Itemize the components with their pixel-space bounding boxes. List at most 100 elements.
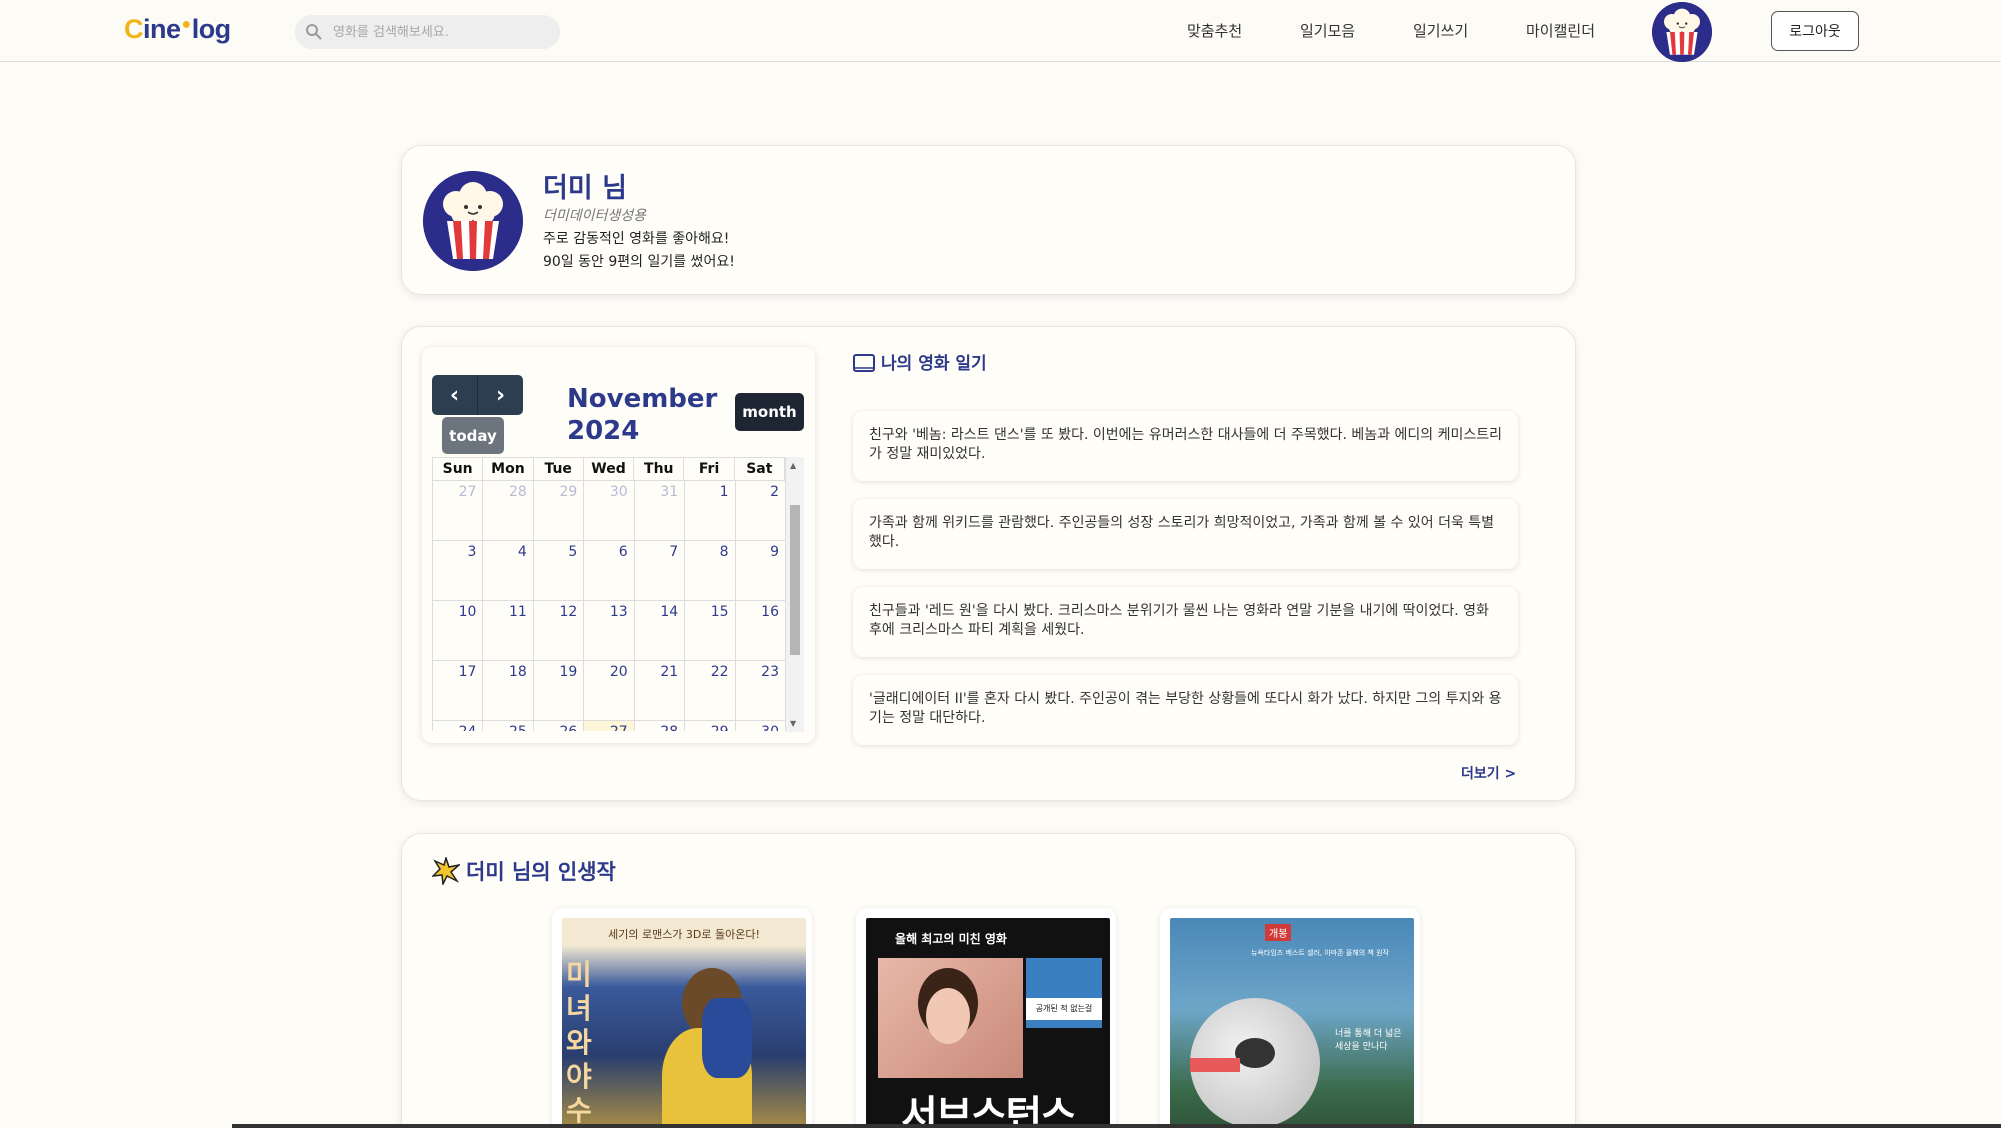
diary-entry[interactable]: 친구와 '베놈: 라스트 댄스'를 또 봤다. 이번에는 유머러스한 대사들에 … — [853, 411, 1518, 481]
calendar-body: 27 28 29 30 31 1 2 3 4 5 6 7 8 9 10 11 12 13 14 15 16 17 18 19 2… — [432, 481, 786, 731]
calendar-day-cell[interactable]: 26 — [534, 721, 585, 731]
movie-poster[interactable]: 개봉 뉴욕타임즈 베스트 셀러, 아마존 올해의 책 원작 너를 통해 더 넓은… — [1170, 918, 1414, 1128]
poster-tagline: 올해 최고의 미친 영화 — [895, 932, 1007, 946]
diary-more-link[interactable]: 더보기 > — [1461, 763, 1516, 783]
calendar-day-cell[interactable]: 6 — [584, 541, 635, 601]
weekday-label: Mon — [483, 458, 534, 480]
calendar-day-cell[interactable]: 23 — [735, 661, 786, 721]
calendar-day-cell[interactable]: 17 — [433, 661, 484, 721]
poster-face — [878, 958, 1023, 1078]
calendar-day-cell[interactable]: 2 — [735, 481, 786, 541]
logout-button[interactable]: 로그아웃 — [1771, 11, 1859, 51]
favorite-movies-card: 더미 님의 인생작 세기의 로맨스가 3D로 돌아온다! 미녀와야수 올해 최고… — [401, 833, 1576, 1128]
calendar-day-cell[interactable]: 28 — [635, 721, 686, 731]
calendar-day-cell[interactable]: 10 — [433, 601, 484, 661]
diary-entry[interactable]: 가족과 함께 위키드를 관람했다. 주인공들의 성장 스토리가 희망적이었고, … — [853, 499, 1518, 569]
scroll-up-icon[interactable]: ▲ — [790, 461, 796, 470]
poster-tagline: 세기의 로맨스가 3D로 돌아온다! — [608, 928, 760, 941]
nav-my-calendar[interactable]: 마이캘린더 — [1526, 20, 1595, 41]
calendar-day-cell[interactable]: 20 — [584, 661, 635, 721]
favorite-movie-card[interactable]: 올해 최고의 미친 영화 공개된 적 없는걸 서브스턴스 — [856, 908, 1116, 1128]
calendar-day-cell[interactable]: 19 — [533, 661, 585, 721]
bottom-scroll-bar — [232, 1124, 2001, 1128]
poster-subtitle: 뉴욕타임즈 베스트 셀러, 아마존 올해의 책 원작 — [1251, 949, 1389, 957]
today-button[interactable]: today — [442, 417, 504, 454]
nav-write-diary[interactable]: 일기쓰기 — [1413, 20, 1468, 41]
poster-figures — [652, 968, 762, 1128]
month-view-button[interactable]: month — [735, 393, 804, 431]
book-icon — [853, 354, 875, 372]
nav-diary-collection[interactable]: 일기모음 — [1300, 20, 1355, 41]
profile-diary-stat: 90일 동안 9편의 일기를 썼어요! — [543, 254, 735, 270]
logo-dot: ● — [181, 16, 192, 33]
calendar-title: November 2024 — [567, 384, 718, 446]
calendar-scrollbar[interactable]: ▲ ▼ — [786, 457, 804, 732]
calendar-day-cell[interactable]: 13 — [584, 601, 635, 661]
calendar-day-cell[interactable]: 27 — [584, 721, 635, 731]
favorite-movie-card[interactable]: 개봉 뉴욕타임즈 베스트 셀러, 아마존 올해의 책 원작 너를 통해 더 넓은… — [1160, 908, 1420, 1128]
poster-tagline: 너를 통해 더 넓은 세상을 만나다 — [1335, 1029, 1402, 1052]
calendar-day-cell[interactable]: 15 — [685, 601, 736, 661]
calendar-week-row: 27 28 29 30 31 1 2 — [433, 481, 786, 541]
calendar-day-cell[interactable]: 28 — [483, 481, 534, 541]
diary-entry[interactable]: '글래디에이터 II'를 혼자 다시 봤다. 주인공이 겪는 부당한 상황들에 … — [853, 675, 1518, 745]
top-header: Cine●log 맞춤추천 일기모음 일기쓰기 마이캘린더 로그아웃 — [0, 0, 2001, 62]
calendar-day-cell[interactable]: 30 — [584, 481, 635, 541]
calendar-day-cell[interactable]: 12 — [533, 601, 585, 661]
calendar-day-cell[interactable]: 31 — [634, 481, 686, 541]
poster-title: 미녀와야수 — [566, 958, 592, 1127]
favorite-movie-card[interactable]: 세기의 로맨스가 3D로 돌아온다! 미녀와야수 — [552, 908, 812, 1128]
calendar-grid: Sun Mon Tue Wed Thu Fri Sat 27 28 29 30 31 1 2… — [432, 457, 786, 731]
calendar-day-cell[interactable]: 22 — [685, 661, 736, 721]
profile-user-id: 더미데이터생성용 — [543, 208, 647, 224]
search-input[interactable] — [333, 21, 548, 43]
calendar-day-cell[interactable]: 18 — [483, 661, 534, 721]
calendar-day-cell[interactable]: 16 — [735, 601, 786, 661]
calendar: ‹ › today November 2024 month Sun Mon Tu… — [422, 347, 815, 743]
calendar-day-cell[interactable]: 3 — [433, 541, 484, 601]
profile-avatar — [423, 171, 523, 271]
sparkle-icon — [432, 857, 460, 885]
nav-recommend[interactable]: 맞춤추천 — [1187, 20, 1242, 41]
profile-name: 더미 님 — [543, 173, 627, 204]
calendar-day-cell[interactable]: 29 — [685, 721, 736, 731]
cinelog-logo[interactable]: Cine●log — [124, 14, 231, 45]
calendar-day-cell[interactable]: 27 — [433, 481, 484, 541]
search-icon — [306, 24, 322, 40]
calendar-nav-group: ‹ › — [432, 375, 523, 415]
weekday-label: Thu — [634, 458, 685, 480]
poster-robot — [1190, 998, 1320, 1128]
scroll-thumb[interactable] — [790, 505, 800, 655]
profile-card: 더미 님 더미데이터생성용 주로 감동적인 영화를 좋아해요! 90일 동안 9… — [401, 145, 1576, 295]
calendar-week-row: 10 11 12 13 14 15 16 — [433, 601, 786, 661]
calendar-day-cell[interactable]: 24 — [433, 721, 484, 731]
calendar-day-cell[interactable]: 11 — [483, 601, 534, 661]
popcorn-icon — [1652, 2, 1712, 62]
prev-month-button[interactable]: ‹ — [432, 375, 478, 415]
scroll-down-icon[interactable]: ▼ — [790, 719, 796, 728]
user-avatar[interactable] — [1652, 2, 1712, 62]
diary-entry[interactable]: 친구들과 '레드 원'을 다시 봤다. 크리스마스 분위기가 물씬 나는 영화라… — [853, 587, 1518, 657]
diary-section-title: 나의 영화 일기 — [853, 349, 987, 374]
profile-bio: 주로 감동적인 영화를 좋아해요! — [543, 231, 730, 247]
calendar-day-cell[interactable]: 8 — [685, 541, 736, 601]
next-month-button[interactable]: › — [478, 375, 523, 415]
poster-badge: 개봉 — [1265, 924, 1292, 941]
calendar-week-row: 24252627282930 — [433, 721, 786, 731]
calendar-day-cell[interactable]: 4 — [483, 541, 534, 601]
poster-side-text: 공개된 적 없는걸 — [1026, 998, 1102, 1020]
calendar-day-cell[interactable]: 14 — [634, 601, 686, 661]
movie-poster[interactable]: 올해 최고의 미친 영화 공개된 적 없는걸 서브스턴스 — [866, 918, 1110, 1128]
calendar-day-cell[interactable]: 30 — [736, 721, 786, 731]
calendar-day-cell[interactable]: 21 — [634, 661, 686, 721]
movie-poster[interactable]: 세기의 로맨스가 3D로 돌아온다! 미녀와야수 — [562, 918, 806, 1128]
calendar-week-row: 3456789 — [433, 541, 786, 601]
weekday-label: Fri — [684, 458, 735, 480]
calendar-day-cell[interactable]: 9 — [735, 541, 786, 601]
calendar-day-cell[interactable]: 1 — [685, 481, 736, 541]
favorites-title: 더미 님의 인생작 — [432, 856, 616, 886]
calendar-day-cell[interactable]: 25 — [483, 721, 534, 731]
calendar-day-cell[interactable]: 5 — [533, 541, 585, 601]
calendar-day-cell[interactable]: 29 — [533, 481, 585, 541]
calendar-day-cell[interactable]: 7 — [634, 541, 686, 601]
